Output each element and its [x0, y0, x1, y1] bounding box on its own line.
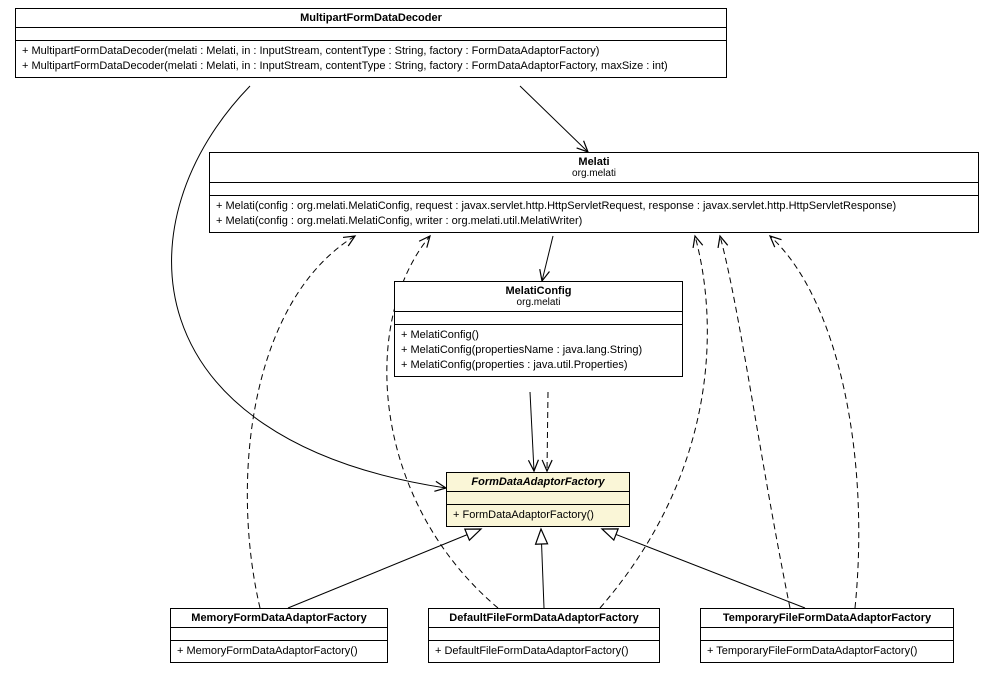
edge-tmp-melati-2: [770, 236, 859, 608]
edge-def-fdaf: [541, 529, 544, 608]
op: + MemoryFormDataAdaptorFactory(): [177, 644, 381, 659]
class-title: TemporaryFileFormDataAdaptorFactory: [723, 612, 931, 624]
class-melati: Melati org.melati + Melati(config : org.…: [209, 152, 979, 233]
class-title: MemoryFormDataAdaptorFactory: [191, 612, 366, 624]
class-attrs: [210, 182, 978, 195]
edge-melati-mconfig: [542, 236, 553, 281]
class-ops: + MultipartFormDataDecoder(melati : Mela…: [16, 40, 726, 77]
edge-mem-melati: [247, 236, 355, 608]
op: + FormDataAdaptorFactory(): [453, 508, 623, 523]
edge-tmp-melati-1: [720, 236, 790, 608]
class-attrs: [447, 491, 629, 504]
class-ops: + DefaultFileFormDataAdaptorFactory(): [429, 640, 659, 662]
class-title: MultipartFormDataDecoder: [300, 12, 442, 24]
class-ops: + TemporaryFileFormDataAdaptorFactory(): [701, 640, 953, 662]
class-melaticonfig: MelatiConfig org.melati + MelatiConfig()…: [394, 281, 683, 377]
class-multipartformdatadecoder: MultipartFormDataDecoder + MultipartForm…: [15, 8, 727, 78]
class-title: Melati: [216, 156, 972, 168]
class-attrs: [429, 627, 659, 640]
class-attrs: [171, 627, 387, 640]
class-ops: + MelatiConfig() + MelatiConfig(properti…: [395, 324, 682, 376]
class-attrs: [395, 311, 682, 324]
op: + MelatiConfig(properties : java.util.Pr…: [401, 358, 676, 373]
edge-mconfig-fdaf-dashed: [547, 392, 548, 471]
class-defaultfileformdataadaptorfactory: DefaultFileFormDataAdaptorFactory + Defa…: [428, 608, 660, 663]
op: + Melati(config : org.melati.MelatiConfi…: [216, 214, 972, 229]
class-memoryformdataadaptorfactory: MemoryFormDataAdaptorFactory + MemoryFor…: [170, 608, 388, 663]
op: + TemporaryFileFormDataAdaptorFactory(): [707, 644, 947, 659]
op: + MelatiConfig(propertiesName : java.lan…: [401, 343, 676, 358]
class-ops: + MemoryFormDataAdaptorFactory(): [171, 640, 387, 662]
op: + MultipartFormDataDecoder(melati : Mela…: [22, 44, 720, 59]
class-temporaryfileformdataadaptorfactory: TemporaryFileFormDataAdaptorFactory + Te…: [700, 608, 954, 663]
class-ops: + FormDataAdaptorFactory(): [447, 504, 629, 526]
edge-mconfig-fdaf-solid: [530, 392, 534, 471]
class-package: org.melati: [401, 297, 676, 308]
class-formdataadaptorfactory: FormDataAdaptorFactory + FormDataAdaptor…: [446, 472, 630, 527]
edge-tmp-fdaf: [602, 529, 805, 608]
op: + MelatiConfig(): [401, 328, 676, 343]
class-package: org.melati: [216, 168, 972, 179]
op: + MultipartFormDataDecoder(melati : Mela…: [22, 59, 720, 74]
op: + DefaultFileFormDataAdaptorFactory(): [435, 644, 653, 659]
class-title: MelatiConfig: [401, 285, 676, 297]
op: + Melati(config : org.melati.MelatiConfi…: [216, 199, 972, 214]
class-title: FormDataAdaptorFactory: [471, 476, 604, 488]
class-ops: + Melati(config : org.melati.MelatiConfi…: [210, 195, 978, 232]
class-attrs: [16, 27, 726, 40]
edge-mem-fdaf: [288, 529, 481, 608]
class-attrs: [701, 627, 953, 640]
edge-mpfdd-melati: [520, 86, 588, 152]
class-title: DefaultFileFormDataAdaptorFactory: [449, 612, 638, 624]
